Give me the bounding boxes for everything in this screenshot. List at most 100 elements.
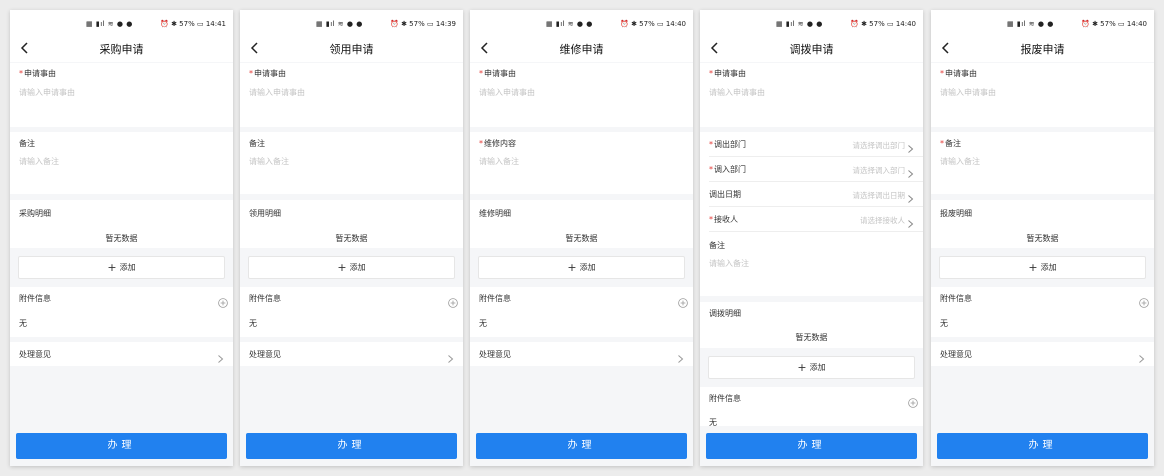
out-date-label: 调出日期 bbox=[709, 190, 741, 199]
opinion-row[interactable]: 处理意见 bbox=[470, 342, 693, 366]
plus-icon: + bbox=[567, 261, 577, 274]
chevron-right-icon bbox=[447, 349, 454, 363]
submit-button[interactable]: 办理 bbox=[706, 433, 917, 459]
reason-field[interactable]: *申请事由 请输入申请事由 bbox=[240, 63, 463, 127]
attachment-value: 无 bbox=[940, 319, 948, 328]
nav-bar: 领用申请 bbox=[240, 36, 463, 62]
attachment-label: 附件信息 bbox=[19, 294, 51, 303]
repair-content-placeholder: 请输入备注 bbox=[479, 157, 519, 166]
reason-label: *申请事由 bbox=[249, 69, 286, 78]
nav-bar: 采购申请 bbox=[10, 36, 233, 62]
reason-placeholder: 请输入申请事由 bbox=[249, 88, 305, 97]
phone-screen-repair: ▦ ▮ıl ≋ ● ● ⏰ ✱ 57% ▭ 14:40 维修申请 *申请事由 请… bbox=[470, 10, 693, 466]
reason-label: *申请事由 bbox=[479, 69, 516, 78]
detail-label: 维修明细 bbox=[479, 209, 511, 218]
no-data-text: 暂无数据 bbox=[335, 234, 368, 243]
repair-content-field[interactable]: *维修内容 请输入备注 bbox=[470, 132, 693, 194]
receiver-row[interactable]: *接收人 请选择接收人 bbox=[700, 207, 923, 231]
chevron-right-icon bbox=[677, 349, 684, 363]
detail-section: 采购明细 暂无数据 bbox=[10, 200, 233, 248]
phone-screen-transfer: ▦ ▮ıl ≋ ● ● ⏰ ✱ 57% ▭ 14:40 调拨申请 *申请事由 请… bbox=[700, 10, 923, 466]
reason-label: *申请事由 bbox=[19, 69, 56, 78]
remark-placeholder: 请输入备注 bbox=[940, 157, 980, 166]
out-dept-label: *调出部门 bbox=[709, 140, 746, 149]
phone-screen-purchase: ▦ ▮ıl ≋ ● ● ⏰ ✱ 57% ▭ 14:41 采购申请 *申请事由 请… bbox=[10, 10, 233, 466]
attachment-value: 无 bbox=[249, 319, 257, 328]
detail-section: 报废明细 暂无数据 bbox=[931, 200, 1154, 248]
add-button[interactable]: + 添加 bbox=[248, 256, 455, 279]
attachment-section: 附件信息 无 bbox=[240, 287, 463, 337]
add-circle-icon[interactable] bbox=[678, 293, 688, 308]
attachment-value: 无 bbox=[19, 319, 27, 328]
submit-button[interactable]: 办理 bbox=[476, 433, 687, 459]
reason-placeholder: 请输入申请事由 bbox=[940, 88, 996, 97]
detail-label: 采购明细 bbox=[19, 209, 51, 218]
no-data-text: 暂无数据 bbox=[1026, 234, 1059, 243]
status-icons: ▦ ▮ıl ≋ ● ● bbox=[546, 20, 593, 28]
remark-label: 备注 bbox=[249, 139, 265, 148]
remark-label: *备注 bbox=[940, 139, 961, 148]
add-button[interactable]: + 添加 bbox=[18, 256, 225, 279]
reason-field[interactable]: *申请事由 请输入申请事由 bbox=[10, 63, 233, 127]
detail-label: 调拨明细 bbox=[709, 309, 741, 318]
status-icons: ▦ ▮ıl ≋ ● ● bbox=[316, 20, 363, 28]
out-date-placeholder: 请选择调出日期 bbox=[852, 191, 906, 200]
add-button[interactable]: + 添加 bbox=[478, 256, 685, 279]
opinion-row[interactable]: 处理意见 bbox=[240, 342, 463, 366]
plus-icon: + bbox=[1028, 261, 1038, 274]
submit-button[interactable]: 办理 bbox=[937, 433, 1148, 459]
phone-screen-requisition: ▦ ▮ıl ≋ ● ● ⏰ ✱ 57% ▭ 14:39 领用申请 *申请事由 请… bbox=[240, 10, 463, 466]
reason-field[interactable]: *申请事由 请输入申请事由 bbox=[931, 63, 1154, 127]
page-title: 调拨申请 bbox=[789, 43, 834, 56]
detail-section: 领用明细 暂无数据 bbox=[240, 200, 463, 248]
no-data-text: 暂无数据 bbox=[795, 333, 828, 342]
no-data-text: 暂无数据 bbox=[565, 234, 598, 243]
add-circle-icon[interactable] bbox=[218, 293, 228, 308]
status-right: ⏰ ✱ 57% ▭ 14:40 bbox=[1081, 20, 1147, 28]
add-circle-icon[interactable] bbox=[448, 293, 458, 308]
chevron-right-icon bbox=[907, 189, 914, 203]
reason-placeholder: 请输入申请事由 bbox=[709, 88, 765, 97]
reason-placeholder: 请输入申请事由 bbox=[479, 88, 535, 97]
reason-field[interactable]: *申请事由 请输入申请事由 bbox=[470, 63, 693, 127]
remark-placeholder: 请输入备注 bbox=[709, 259, 749, 268]
attachment-value: 无 bbox=[709, 418, 717, 427]
repair-content-label: *维修内容 bbox=[479, 139, 516, 148]
detail-label: 报废明细 bbox=[940, 209, 972, 218]
chevron-right-icon bbox=[907, 214, 914, 228]
remark-placeholder: 请输入备注 bbox=[19, 157, 59, 166]
add-circle-icon[interactable] bbox=[1139, 293, 1149, 308]
attachment-section: 附件信息 无 bbox=[931, 287, 1154, 337]
opinion-row[interactable]: 处理意见 bbox=[931, 342, 1154, 366]
chevron-right-icon bbox=[907, 164, 914, 178]
reason-field[interactable]: *申请事由 请输入申请事由 bbox=[700, 63, 923, 127]
add-circle-icon[interactable] bbox=[908, 393, 918, 408]
submit-button[interactable]: 办理 bbox=[246, 433, 457, 459]
status-bar: ▦ ▮ıl ≋ ● ● ⏰ ✱ 57% ▭ 14:41 bbox=[10, 10, 233, 36]
attachment-section: 附件信息 无 bbox=[10, 287, 233, 337]
remark-field[interactable]: 备注 请输入备注 bbox=[10, 132, 233, 194]
opinion-label: 处理意见 bbox=[19, 350, 51, 359]
add-button[interactable]: + 添加 bbox=[939, 256, 1146, 279]
chevron-right-icon bbox=[907, 139, 914, 153]
status-right: ⏰ ✱ 57% ▭ 14:39 bbox=[390, 20, 456, 28]
opinion-row[interactable]: 处理意见 bbox=[10, 342, 233, 366]
reason-placeholder: 请输入申请事由 bbox=[19, 88, 75, 97]
remark-field[interactable]: 备注 请输入备注 bbox=[700, 232, 923, 296]
status-icons: ▦ ▮ıl ≋ ● ● bbox=[776, 20, 823, 28]
attachment-label: 附件信息 bbox=[940, 294, 972, 303]
out-date-row[interactable]: 调出日期 请选择调出日期 bbox=[700, 182, 923, 206]
phone-screen-scrap: ▦ ▮ıl ≋ ● ● ⏰ ✱ 57% ▭ 14:40 报废申请 *申请事由 请… bbox=[931, 10, 1154, 466]
submit-button[interactable]: 办理 bbox=[16, 433, 227, 459]
add-button[interactable]: + 添加 bbox=[708, 356, 915, 379]
receiver-placeholder: 请选择接收人 bbox=[860, 216, 905, 225]
plus-icon: + bbox=[797, 361, 807, 374]
attachment-value: 无 bbox=[479, 319, 487, 328]
nav-bar: 报废申请 bbox=[931, 36, 1154, 62]
page-title: 报废申请 bbox=[1020, 43, 1065, 56]
remark-field[interactable]: *备注 请输入备注 bbox=[931, 132, 1154, 194]
attachment-label: 附件信息 bbox=[249, 294, 281, 303]
out-dept-row[interactable]: *调出部门 请选择调出部门 bbox=[700, 132, 923, 156]
remark-field[interactable]: 备注 请输入备注 bbox=[240, 132, 463, 194]
in-dept-row[interactable]: *调入部门 请选择调入部门 bbox=[700, 157, 923, 181]
